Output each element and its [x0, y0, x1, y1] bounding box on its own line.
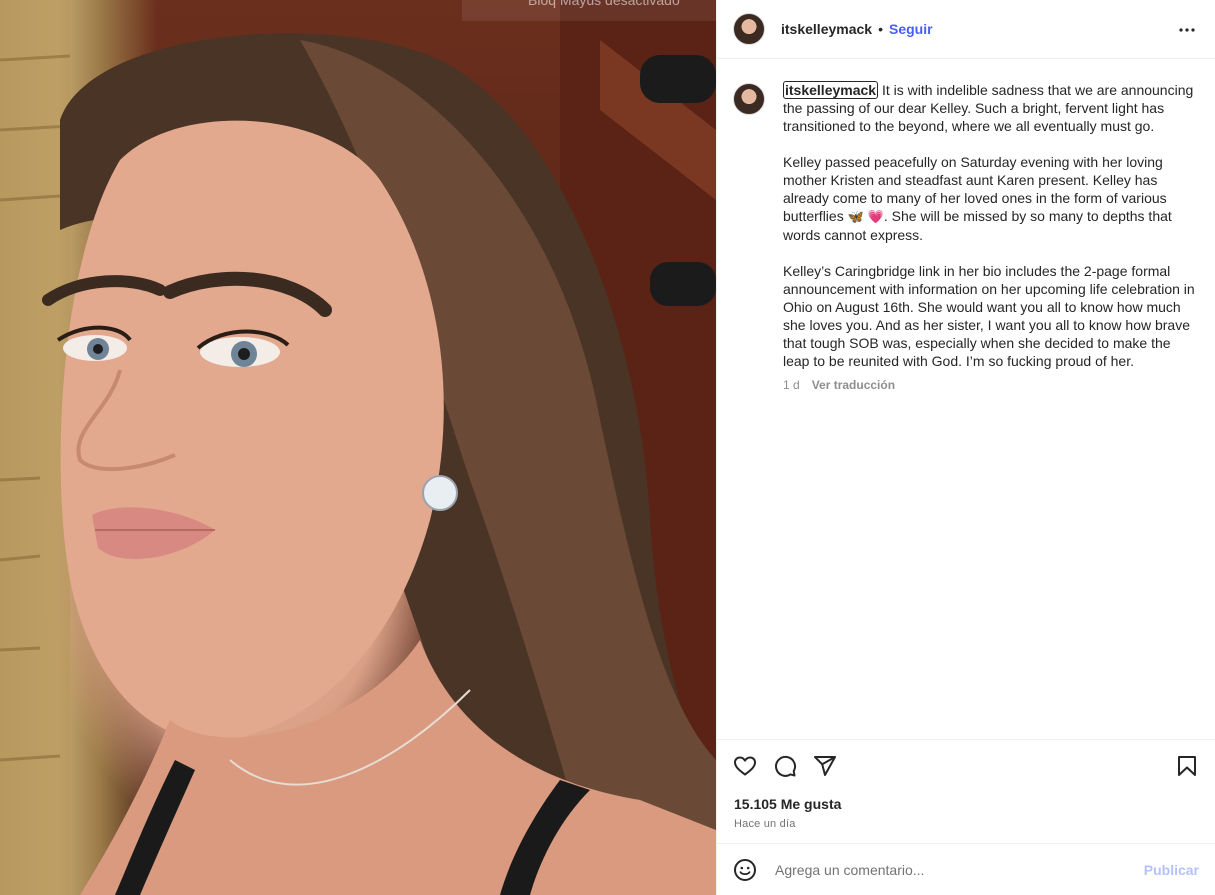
- post-actions-section: 15.105 Me gusta Hace un día: [717, 739, 1215, 830]
- post-sidebar: itskelleymack • Seguir itskelleymack It …: [716, 0, 1215, 895]
- author-avatar[interactable]: [733, 13, 765, 45]
- emoji-button[interactable]: [733, 858, 757, 882]
- share-icon: [814, 756, 836, 776]
- heart-icon: [734, 756, 756, 776]
- portrait-illustration: [0, 0, 716, 895]
- caption-age: 1 d: [783, 378, 800, 392]
- comment-icon: [775, 755, 797, 777]
- comment-composer: Publicar: [717, 843, 1215, 895]
- caption-paragraph-3: Kelley’s Caringbridge link in her bio in…: [783, 263, 1199, 369]
- save-button[interactable]: [1175, 754, 1199, 778]
- share-button[interactable]: [813, 754, 837, 778]
- caption-area: itskelleymack It is with indelible sadne…: [717, 59, 1215, 739]
- caption-username[interactable]: itskelleymack: [783, 81, 879, 99]
- post-time: Hace un día: [734, 818, 796, 830]
- like-button[interactable]: [733, 754, 757, 778]
- instagram-post-modal: Bloq Mayús desactivado itskelleymack • S…: [0, 0, 1215, 895]
- post-photo[interactable]: Bloq Mayús desactivado: [0, 0, 716, 895]
- see-translation-button[interactable]: Ver traducción: [812, 378, 895, 392]
- caption-meta: 1 d Ver traducción: [783, 378, 1199, 392]
- action-bar: [717, 740, 1215, 792]
- author-username[interactable]: itskelleymack: [781, 21, 872, 37]
- caption-row: itskelleymack It is with indelible sadne…: [733, 81, 1199, 392]
- comment-input[interactable]: [773, 860, 1144, 879]
- smiley-icon: [734, 858, 756, 881]
- post-header: itskelleymack • Seguir: [717, 0, 1215, 59]
- likes-count[interactable]: 15.105 Me gusta: [717, 792, 1215, 812]
- follow-button[interactable]: Seguir: [889, 21, 933, 37]
- caption-avatar[interactable]: [733, 83, 765, 115]
- more-horizontal-icon: [1179, 28, 1195, 32]
- comment-button[interactable]: [773, 754, 797, 778]
- caption-text: itskelleymack It is with indelible sadne…: [783, 81, 1199, 370]
- caps-lock-tooltip: Bloq Mayús desactivado: [462, 0, 716, 21]
- butterfly-emoji: 🦋: [847, 209, 864, 224]
- header-separator: •: [878, 21, 883, 37]
- bookmark-icon: [1178, 756, 1196, 776]
- more-options-button[interactable]: [1175, 18, 1199, 42]
- heart-emoji: 💗: [867, 209, 884, 224]
- publish-button[interactable]: Publicar: [1144, 862, 1199, 878]
- caption-body: itskelleymack It is with indelible sadne…: [783, 81, 1199, 392]
